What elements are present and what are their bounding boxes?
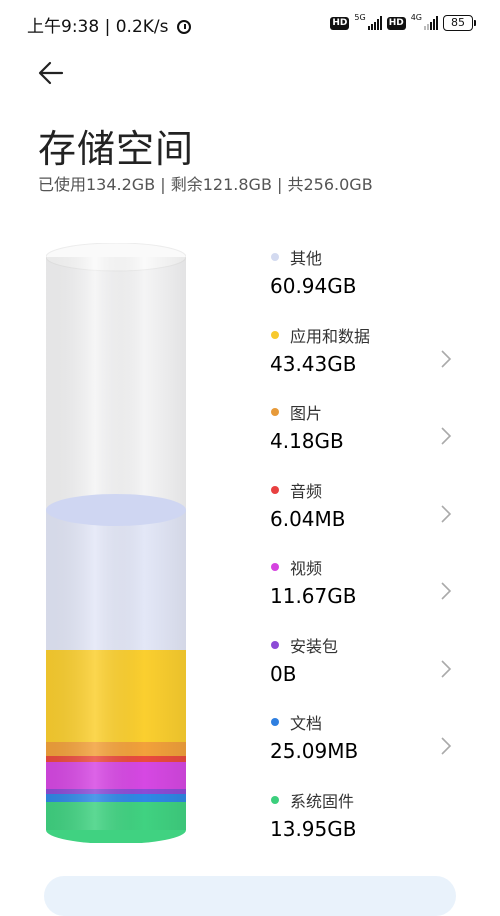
- hd-icon: HD: [386, 16, 406, 30]
- color-dot: [271, 253, 279, 261]
- alarm-icon: [176, 20, 191, 34]
- signal-strength-icon: [424, 16, 438, 30]
- chevron-right-icon: [441, 427, 452, 445]
- color-dot: [271, 640, 279, 649]
- color-dot: [271, 485, 279, 494]
- category-item-other: 其他 60.94GB: [270, 246, 470, 324]
- category-label: 应用和数据: [290, 326, 371, 346]
- chevron-right-icon: [441, 582, 452, 600]
- category-label: 音频: [290, 481, 323, 501]
- storage-cylinder-chart: [46, 243, 186, 843]
- category-item-video[interactable]: 视频 11.67GB: [270, 556, 470, 634]
- category-item-images[interactable]: 图片 4.18GB: [270, 401, 470, 479]
- category-label: 系统固件: [290, 791, 355, 811]
- category-label: 视频: [290, 559, 323, 578]
- signal-strength-icon: [367, 16, 382, 30]
- status-left: 上午9:38 | 0.2K/s: [27, 12, 191, 37]
- chevron-right-icon: [441, 659, 452, 678]
- category-list: 其他 60.94GB 应用和数据 43.43GB 图片 4.18GB 音频 6.…: [270, 246, 470, 866]
- chevron-right-icon: [441, 349, 452, 368]
- hd-icon: HD: [330, 16, 350, 30]
- color-dot: [271, 408, 279, 416]
- chevron-right-icon: [441, 737, 452, 755]
- storage-summary: 已使用134.2GB | 剩余121.8GB | 共256.0GB: [38, 175, 373, 194]
- back-button[interactable]: [36, 58, 72, 92]
- category-item-audio[interactable]: 音频 6.04MB: [270, 479, 470, 557]
- category-label: 安装包: [290, 636, 339, 656]
- battery-icon: 85: [443, 15, 476, 31]
- fill-top-surface: [46, 494, 186, 526]
- network-speed: 0.2K/s: [115, 17, 169, 37]
- category-label: 其他: [290, 249, 323, 268]
- color-dot: [271, 563, 279, 571]
- category-label: 图片: [290, 404, 323, 423]
- category-item-packages[interactable]: 安装包 0B: [270, 634, 470, 712]
- color-dot: [271, 795, 279, 804]
- category-size: 13.95GB: [270, 816, 357, 841]
- color-dot: [271, 718, 279, 726]
- arrow-left-icon: [38, 61, 64, 85]
- network-type-4g: 4G: [410, 12, 422, 22]
- status-time: 上午9:38: [27, 17, 100, 37]
- category-item-documents[interactable]: 文档 25.09MB: [270, 711, 470, 789]
- category-size: 60.94GB: [270, 274, 357, 298]
- network-type-5g: 5G: [354, 12, 366, 22]
- category-item-apps[interactable]: 应用和数据 43.43GB: [270, 324, 470, 402]
- color-dot: [271, 330, 279, 339]
- category-item-firmware: 系统固件 13.95GB: [270, 789, 470, 867]
- chevron-right-icon: [441, 504, 452, 523]
- status-right: HD 5G HD 4G 85: [330, 12, 476, 33]
- page-title: 存储空间: [38, 127, 195, 171]
- bottom-card[interactable]: [44, 876, 456, 916]
- category-label: 文档: [290, 714, 323, 733]
- status-bar: 上午9:38 | 0.2K/s HD 5G HD 4G 85: [0, 0, 500, 46]
